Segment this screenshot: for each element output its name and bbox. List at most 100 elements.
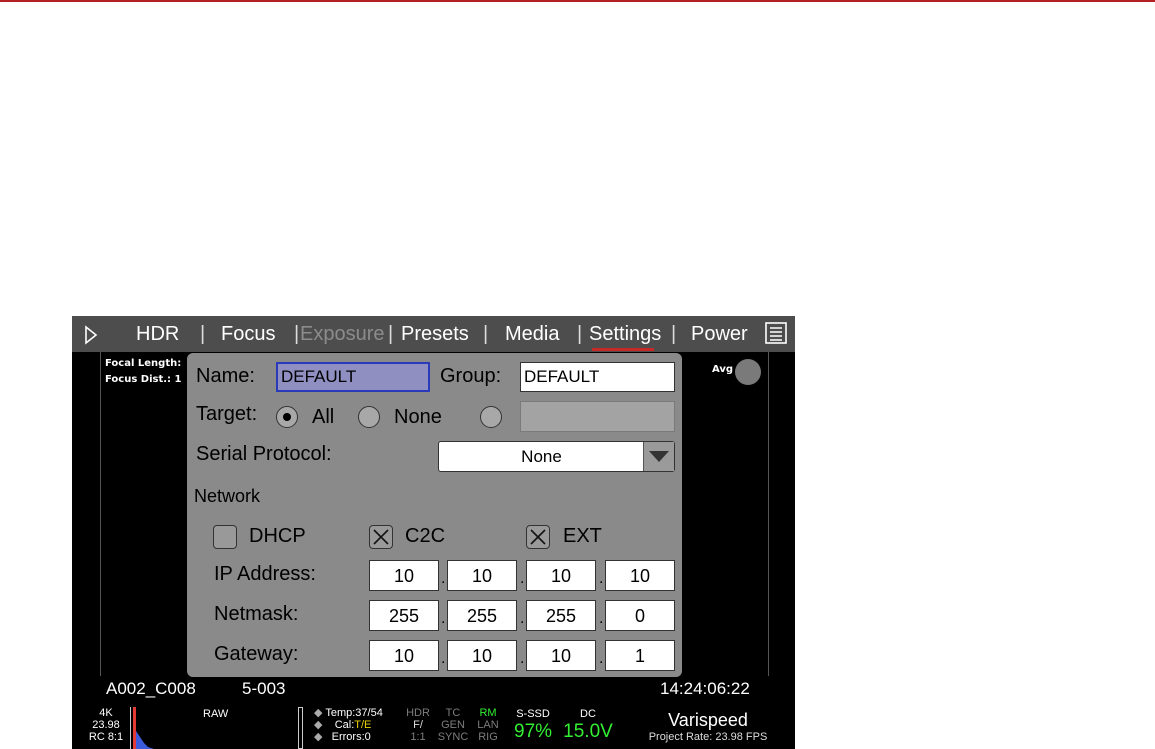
menu-item-media[interactable]: Media: [505, 322, 559, 346]
list-menu-icon[interactable]: [765, 322, 787, 344]
octet-dot: .: [441, 610, 446, 627]
cal-prefix: Cal:: [334, 719, 355, 731]
ext-checkbox[interactable]: [526, 525, 550, 549]
gateway-octet-3[interactable]: 10: [526, 640, 596, 671]
c2c-label: C2C: [405, 525, 446, 547]
ext-label: EXT: [563, 525, 602, 547]
rm-indicator: RM: [479, 707, 497, 719]
focus-distance-label: Focus Dist.: 1: [105, 374, 182, 385]
ratio-indicator: 1:1: [410, 731, 426, 743]
f-stop-indicator: F/: [413, 719, 423, 731]
camera-ui: HDR | Focus | Exposure | Presets | Media…: [72, 316, 795, 749]
histogram-graph: [136, 731, 154, 749]
status-bar: 4K 23.98 RC 8:1 RAW ◆ Temp:37/54 ◆ Cal:T…: [72, 705, 795, 749]
audio-meter: [298, 707, 303, 749]
dropdown-button[interactable]: [643, 442, 674, 471]
clip-info-bar: A002_C008 5-003 14:24:06:22: [100, 676, 767, 702]
ip-address-label: IP Address:: [214, 563, 316, 585]
dc-label: DC: [580, 708, 596, 720]
hdr-indicator: HDR: [406, 707, 430, 719]
octet-dot: .: [599, 610, 604, 627]
menu-separator: |: [483, 323, 489, 345]
octet-dot: .: [520, 570, 525, 587]
gateway-octet-4[interactable]: 1: [605, 640, 675, 671]
target-all-radio[interactable]: [276, 406, 298, 428]
raw-label: RAW: [203, 708, 229, 720]
varispeed-label: Varispeed: [668, 710, 748, 730]
octet-dot: .: [599, 570, 604, 587]
timecode: 14:24:06:22: [660, 679, 750, 698]
redcode-readout: RC 8:1: [88, 731, 124, 743]
gateway-label: Gateway:: [214, 643, 299, 665]
sync-indicator: SYNC: [437, 731, 469, 743]
target-none-radio[interactable]: [358, 406, 380, 428]
serial-protocol-select[interactable]: None: [438, 441, 675, 472]
netmask-octet-2[interactable]: 255: [447, 600, 517, 631]
reel-number: 5-003: [242, 679, 286, 698]
target-custom-radio[interactable]: [480, 406, 502, 428]
menu-item-hdr[interactable]: HDR: [136, 322, 179, 346]
ssd-percent: 97%: [514, 721, 553, 742]
menu-separator: |: [388, 323, 394, 345]
c2c-checkbox[interactable]: [369, 525, 393, 549]
menu-item-exposure: Exposure: [300, 323, 385, 345]
lan-indicator: LAN: [477, 719, 499, 731]
ip-octet-3[interactable]: 10: [526, 560, 596, 591]
menu-item-presets[interactable]: Presets: [401, 322, 469, 346]
menu-separator: |: [200, 323, 206, 345]
ip-octet-2[interactable]: 10: [447, 560, 517, 591]
netmask-octet-1[interactable]: 255: [369, 600, 439, 631]
avg-indicator[interactable]: [735, 359, 761, 385]
active-tab-indicator: [592, 348, 654, 351]
menu-separator: |: [294, 323, 300, 345]
menu-item-power[interactable]: Power: [691, 322, 748, 346]
avg-label: Avg: [712, 364, 734, 375]
target-none-label: None: [394, 406, 442, 428]
group-label: Group:: [440, 365, 502, 387]
octet-dot: .: [441, 650, 446, 667]
resolution-readout: 4K: [99, 707, 113, 719]
netmask-octet-3[interactable]: 255: [526, 600, 596, 631]
ip-octet-1[interactable]: 10: [369, 560, 439, 591]
netmask-octet-4[interactable]: 0: [605, 600, 675, 631]
check-x-icon: [373, 529, 389, 545]
netmask-label: Netmask:: [214, 603, 299, 625]
menu-item-settings[interactable]: Settings: [589, 322, 661, 346]
rig-indicator: RIG: [478, 731, 498, 743]
serial-protocol-value: None: [521, 447, 562, 466]
errors-readout: Errors:0: [331, 731, 371, 743]
cal-value: T/E: [354, 719, 372, 731]
octet-dot: .: [599, 650, 604, 667]
top-menu-bar: HDR | Focus | Exposure | Presets | Media…: [72, 316, 795, 352]
dhcp-checkbox[interactable]: [213, 525, 237, 549]
name-label: Name:: [196, 365, 255, 387]
group-field[interactable]: DEFAULT: [520, 362, 675, 392]
check-x-icon: [530, 529, 546, 545]
network-heading: Network: [194, 486, 261, 506]
gateway-octet-2[interactable]: 10: [447, 640, 517, 671]
preset-settings-dialog: Name: DEFAULT Group: DEFAULT Target: All…: [187, 353, 682, 677]
target-custom-field: [520, 401, 675, 432]
system-status: ◆ Temp:37/54 ◆ Cal:T/E ◆ Errors:0: [314, 707, 383, 743]
menu-item-focus[interactable]: Focus: [221, 322, 275, 346]
octet-dot: .: [520, 610, 525, 627]
clip-name: A002_C008: [106, 679, 196, 698]
play-icon[interactable]: [84, 325, 98, 345]
gen-indicator: GEN: [441, 719, 465, 731]
tc-indicator: TC: [445, 707, 461, 719]
chevron-down-icon: [649, 451, 669, 462]
top-divider-line: [0, 0, 1155, 2]
target-all-label: All: [312, 406, 335, 428]
dhcp-label: DHCP: [249, 525, 306, 547]
serial-protocol-label: Serial Protocol:: [196, 443, 332, 465]
octet-dot: .: [520, 650, 525, 667]
octet-dot: .: [441, 570, 446, 587]
lens-info: Focal Length: Focus Dist.: 1: [105, 356, 181, 388]
gateway-octet-1[interactable]: 10: [369, 640, 439, 671]
name-field[interactable]: DEFAULT: [276, 362, 430, 392]
menu-separator: |: [577, 323, 583, 345]
dc-voltage: 15.0V: [563, 721, 613, 742]
fps-readout: 23.98: [92, 719, 120, 731]
target-label: Target:: [196, 403, 258, 425]
ip-octet-4[interactable]: 10: [605, 560, 675, 591]
